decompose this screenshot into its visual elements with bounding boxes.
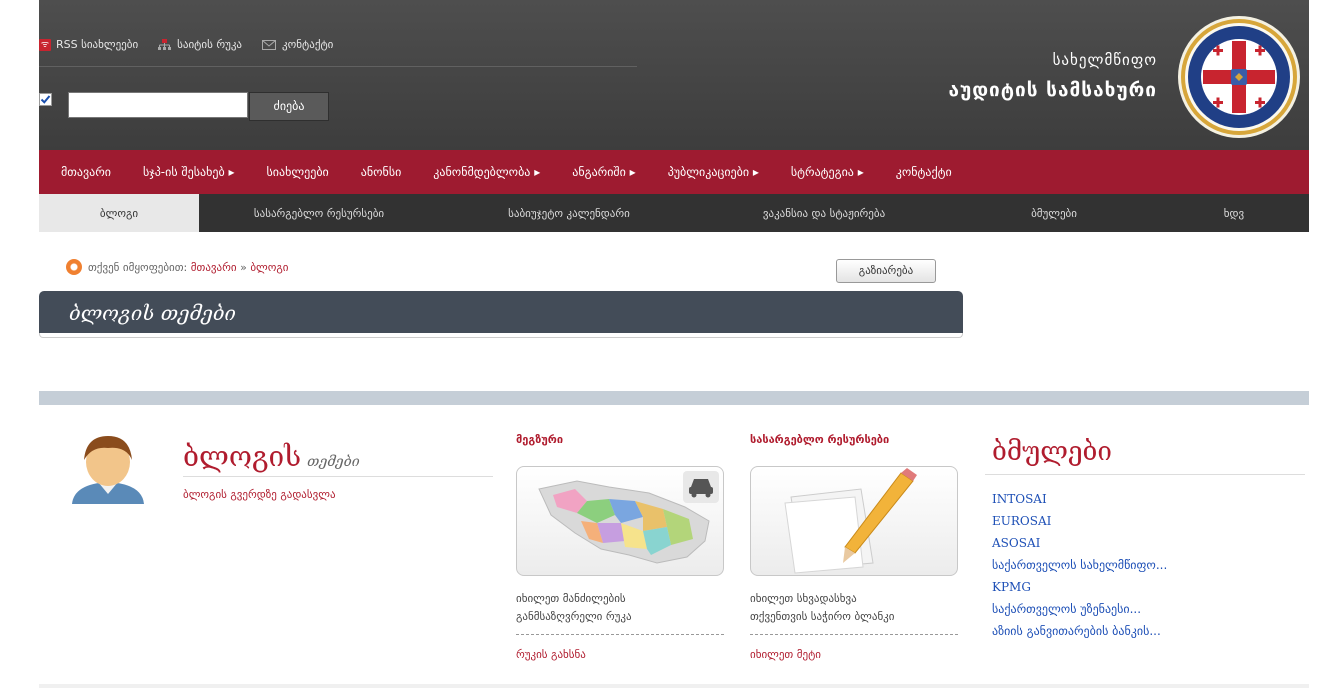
map-description-line2: განმსაზღვრელი რუკა <box>516 610 632 623</box>
blog-page-link[interactable]: ბლოგის გვერდზე გადასვლა <box>183 488 336 501</box>
map-section-heading: მეგზური <box>516 433 564 446</box>
tab-blog[interactable]: ბლოგი <box>39 194 199 232</box>
breadcrumb-home-link[interactable]: მთავარი <box>191 261 237 274</box>
link-eurosai[interactable]: EUROSAI <box>992 510 1167 532</box>
nav-item-home[interactable]: მთავარი <box>39 165 127 179</box>
user-avatar-icon <box>72 436 144 504</box>
links-heading: ბმულები <box>992 437 1112 467</box>
tab-faq[interactable]: ხდვ <box>1159 194 1309 232</box>
blog-divider <box>183 476 493 477</box>
nav-item-contact[interactable]: კონტაქტი <box>880 165 968 179</box>
resources-card[interactable] <box>750 466 958 576</box>
pencil-and-paper-icon <box>784 468 917 574</box>
blog-heading-main: ბლოგის <box>183 440 302 473</box>
tab-resources[interactable]: სასარგებლო რესურსები <box>199 194 439 232</box>
page-title-bar: ბლოგის თემები <box>39 291 963 333</box>
resources-description-line2: თქვენთვის საჭირო ბლანკი <box>750 610 895 623</box>
nav-item-about[interactable]: სჯპ-ის შესახებ ▸ <box>127 165 251 179</box>
breadcrumb: თქვენ იმყოფებით: მთავარი » ბლოგი <box>66 259 288 275</box>
sitemap-link[interactable]: საიტის რუკა <box>158 38 242 51</box>
blog-heading-sub: თემები <box>307 454 360 470</box>
mail-icon <box>262 39 277 50</box>
sitemap-link-label: საიტის რუკა <box>177 38 243 51</box>
search-input[interactable] <box>68 92 248 118</box>
breadcrumb-prefix: თქვენ იმყოფებით: <box>88 260 188 274</box>
rss-icon: ᯤ <box>39 38 51 51</box>
emblem-logo-icon[interactable] <box>1177 15 1301 139</box>
link-asosai[interactable]: ASOSAI <box>992 532 1167 554</box>
link-kpmg[interactable]: KPMG <box>992 576 1167 598</box>
contact-link[interactable]: კონტაქტი <box>262 38 333 51</box>
sitemap-icon <box>158 38 172 50</box>
see-more-link[interactable]: იხილეთ მეტი <box>750 648 821 661</box>
resources-dashed-divider <box>750 634 958 635</box>
title-panel-border <box>39 333 963 338</box>
tab-vacancies[interactable]: ვაკანსია და სტაჟირება <box>699 194 949 232</box>
nav-item-news[interactable]: სიახლეები <box>251 165 345 179</box>
rss-link-label: RSS სიახლეები <box>56 38 139 51</box>
breadcrumb-separator: » <box>240 260 247 274</box>
map-dashed-divider <box>516 634 724 635</box>
share-button[interactable]: გაზიარება <box>836 259 936 283</box>
site-header: ᯤ RSS სიახლეები საიტის რუკა კონტაქტი ძიე… <box>39 0 1309 150</box>
map-card[interactable] <box>516 466 724 576</box>
section-divider-bar <box>39 391 1309 405</box>
check-icon <box>40 95 51 104</box>
links-divider <box>985 474 1305 475</box>
nav-item-announcements[interactable]: ანონსი <box>345 165 418 179</box>
resources-description-line1: იხილეთ სხვადასხვა <box>750 592 857 605</box>
tab-links[interactable]: ბმულები <box>949 194 1159 232</box>
map-description: იხილეთ მანძილების განმსაზღვრელი რუკა <box>516 590 632 626</box>
links-list: INTOSAI EUROSAI ASOSAI საქართველოს სახელ… <box>992 488 1167 642</box>
link-intosai[interactable]: INTOSAI <box>992 488 1167 510</box>
search-button[interactable]: ძიება <box>249 92 329 121</box>
org-name-line1: სახელმწიფო <box>1052 51 1157 69</box>
nav-item-publications[interactable]: პუბლიკაციები ▸ <box>652 165 775 179</box>
link-asian-development-bank[interactable]: აზიის განვითარების ბანკის... <box>992 620 1167 642</box>
open-map-link[interactable]: რუკის გახსნა <box>516 648 586 661</box>
resources-description: იხილეთ სხვადასხვა თქვენთვის საჭირო ბლანკ… <box>750 590 895 626</box>
contact-link-label: კონტაქტი <box>282 38 334 51</box>
sub-nav: ბლოგი სასარგებლო რესურსები საბიუჯეტო კალ… <box>39 194 1309 232</box>
location-icon <box>66 259 82 275</box>
link-supreme-court[interactable]: საქართველოს უზენაესი... <box>992 598 1167 620</box>
car-icon <box>683 471 719 503</box>
main-nav: მთავარი სჯპ-ის შესახებ ▸ სიახლეები ანონს… <box>39 150 1309 194</box>
org-name-line2: აუდიტის სამსახური <box>948 79 1157 101</box>
footer-divider <box>39 684 1309 688</box>
nav-item-reports[interactable]: ანგარიში ▸ <box>556 165 651 179</box>
link-state-procurement[interactable]: საქართველოს სახელმწიფო... <box>992 554 1167 576</box>
blog-heading: ბლოგის თემები <box>183 440 360 473</box>
nav-item-strategy[interactable]: სტრატეგია ▸ <box>775 165 880 179</box>
header-divider <box>39 66 637 67</box>
breadcrumb-current[interactable]: ბლოგი <box>250 261 288 274</box>
top-links: ᯤ RSS სიახლეები საიტის რუკა კონტაქტი <box>39 38 353 51</box>
map-description-line1: იხილეთ მანძილების <box>516 592 626 605</box>
resources-section-heading: სასარგებლო რესურსები <box>750 433 890 446</box>
search-checkbox[interactable] <box>39 93 52 106</box>
tab-budget-calendar[interactable]: საბიუჯეტო კალენდარი <box>439 194 699 232</box>
rss-link[interactable]: ᯤ RSS სიახლეები <box>39 38 138 51</box>
nav-item-legislation[interactable]: კანონმდებლობა ▸ <box>417 165 556 179</box>
page-title: ბლოგის თემები <box>69 301 236 325</box>
